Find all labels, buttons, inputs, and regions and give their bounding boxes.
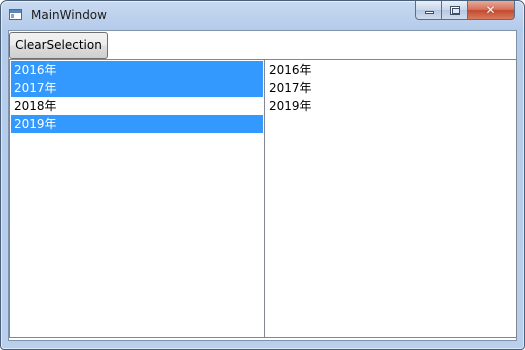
source-listbox[interactable]: 2016年 2017年 2018年 2019年 xyxy=(9,59,265,338)
close-icon: ✕ xyxy=(485,3,496,17)
source-list-items: 2016年 2017年 2018年 2019年 xyxy=(10,60,264,133)
title-bar[interactable]: MainWindow ✕ xyxy=(1,1,524,31)
list-item[interactable]: 2019年 xyxy=(266,97,515,115)
list-item[interactable]: 2016年 xyxy=(266,61,515,79)
selected-items-listbox[interactable]: 2016年 2017年 2019年 xyxy=(264,59,517,338)
maximize-button[interactable] xyxy=(442,1,468,20)
list-item[interactable]: 2019年 xyxy=(11,115,263,133)
minimize-icon xyxy=(425,11,434,14)
window-title: MainWindow xyxy=(31,8,107,22)
maximize-icon xyxy=(450,6,460,15)
list-item[interactable]: 2017年 xyxy=(11,79,263,97)
selected-list-items: 2016年 2017年 2019年 xyxy=(265,60,516,115)
window-client-area: ClearSelection 2016年 2017年 2018年 2019年 2… xyxy=(8,30,517,341)
list-item[interactable]: 2018年 xyxy=(11,97,263,115)
list-item[interactable]: 2017年 xyxy=(266,79,515,97)
clear-selection-button[interactable]: ClearSelection xyxy=(9,32,108,59)
minimize-button[interactable] xyxy=(415,1,442,20)
close-button[interactable]: ✕ xyxy=(468,1,515,20)
app-window-icon[interactable] xyxy=(9,9,22,20)
list-item[interactable]: 2016年 xyxy=(11,61,263,79)
main-window: MainWindow ✕ ClearSelection 2016年 2017年 … xyxy=(0,0,525,350)
